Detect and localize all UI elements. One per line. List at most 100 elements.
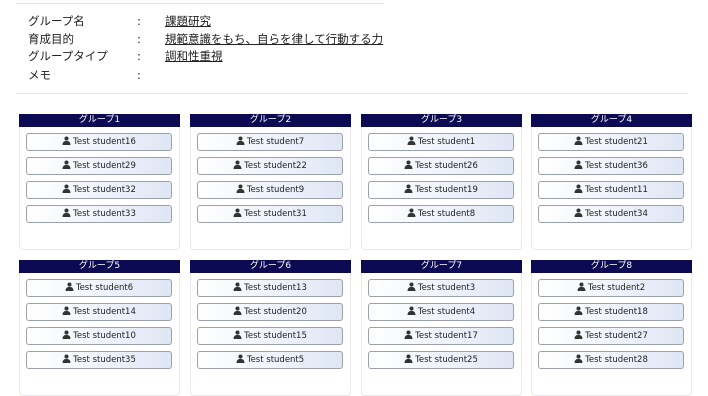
- student-chip[interactable]: Test student32: [26, 181, 172, 199]
- group-name-label: グループ名: [28, 14, 85, 28]
- student-chip[interactable]: Test student25: [368, 351, 514, 369]
- student-name: Test student2: [587, 283, 646, 293]
- student-name: Test student34: [585, 209, 648, 219]
- student-chip[interactable]: Test student35: [26, 351, 172, 369]
- person-icon: [574, 135, 583, 145]
- person-icon: [65, 281, 74, 291]
- student-chip[interactable]: Test student19: [368, 181, 514, 199]
- person-icon: [574, 183, 583, 193]
- person-icon: [407, 305, 416, 315]
- student-name: Test student28: [585, 355, 648, 365]
- group-type-value[interactable]: 調和性重視: [165, 47, 223, 65]
- student-chip[interactable]: Test student6: [26, 279, 172, 297]
- student-chip[interactable]: Test student3: [368, 279, 514, 297]
- student-chip[interactable]: Test student33: [26, 205, 172, 223]
- student-chip[interactable]: Test student1: [368, 133, 514, 151]
- group-card: グループ8 Test student2 Test student18 Test …: [531, 260, 692, 396]
- section-divider: [16, 93, 688, 94]
- student-name: Test student5: [246, 355, 305, 365]
- purpose-value[interactable]: 規範意識をもち、自らを律して行動する力: [165, 30, 383, 48]
- colon: :: [137, 49, 141, 63]
- person-icon: [62, 159, 71, 169]
- student-chip[interactable]: Test student4: [368, 303, 514, 321]
- colon: :: [137, 68, 141, 82]
- student-chip[interactable]: Test student9: [197, 181, 343, 199]
- student-chip[interactable]: Test student21: [538, 133, 684, 151]
- person-icon: [404, 183, 413, 193]
- student-chip[interactable]: Test student14: [26, 303, 172, 321]
- group-card: グループ4 Test student21 Test student36 Test…: [531, 114, 692, 250]
- student-chip[interactable]: Test student2: [538, 279, 684, 297]
- student-name: Test student26: [415, 161, 478, 171]
- person-icon: [233, 159, 242, 169]
- student-name: Test student9: [246, 185, 305, 195]
- student-chip[interactable]: Test student5: [197, 351, 343, 369]
- group-header: グループ3: [361, 114, 522, 127]
- person-icon: [62, 305, 71, 315]
- student-chip[interactable]: Test student26: [368, 157, 514, 175]
- student-name: Test student18: [585, 307, 648, 317]
- group-card: グループ3 Test student1 Test student26 Test …: [361, 114, 522, 250]
- group-card: グループ2 Test student7 Test student22 Test …: [190, 114, 351, 250]
- group-type-label: グループタイプ: [28, 49, 108, 63]
- student-name: Test student33: [73, 209, 136, 219]
- student-name: Test student14: [73, 307, 136, 317]
- student-name: Test student4: [417, 307, 476, 317]
- person-icon: [236, 183, 245, 193]
- student-chip[interactable]: Test student18: [538, 303, 684, 321]
- person-icon: [233, 305, 242, 315]
- student-chip[interactable]: Test student13: [197, 279, 343, 297]
- student-chip[interactable]: Test student34: [538, 205, 684, 223]
- group-header: グループ7: [361, 260, 522, 273]
- group-info-panel: グループ名 : 課題研究 育成目的 : 規範意識をもち、自らを律して行動する力 …: [16, 4, 692, 92]
- student-chip[interactable]: Test student15: [197, 327, 343, 345]
- person-icon: [233, 281, 242, 291]
- person-icon: [404, 159, 413, 169]
- person-icon: [574, 305, 583, 315]
- student-name: Test student35: [73, 355, 136, 365]
- student-name: Test student8: [417, 209, 476, 219]
- student-chip[interactable]: Test student7: [197, 133, 343, 151]
- student-chip[interactable]: Test student31: [197, 205, 343, 223]
- student-name: Test student11: [585, 185, 648, 195]
- student-chip[interactable]: Test student17: [368, 327, 514, 345]
- group-header: グループ8: [531, 260, 692, 273]
- student-chip[interactable]: Test student27: [538, 327, 684, 345]
- student-chip[interactable]: Test student8: [368, 205, 514, 223]
- student-chip[interactable]: Test student10: [26, 327, 172, 345]
- person-icon: [574, 329, 583, 339]
- student-chip[interactable]: Test student20: [197, 303, 343, 321]
- group-card: グループ5 Test student6 Test student14 Test …: [19, 260, 180, 396]
- student-name: Test student10: [73, 331, 136, 341]
- group-card: グループ1 Test student16 Test student29 Test…: [19, 114, 180, 250]
- person-icon: [236, 135, 245, 145]
- student-chip[interactable]: Test student29: [26, 157, 172, 175]
- person-icon: [62, 135, 71, 145]
- person-icon: [236, 353, 245, 363]
- student-name: Test student21: [585, 137, 648, 147]
- person-icon: [574, 159, 583, 169]
- student-chip[interactable]: Test student28: [538, 351, 684, 369]
- student-chip[interactable]: Test student11: [538, 181, 684, 199]
- group-card: グループ6 Test student13 Test student20 Test…: [190, 260, 351, 396]
- group-header: グループ1: [19, 114, 180, 127]
- student-name: Test student16: [73, 137, 136, 147]
- person-icon: [233, 207, 242, 217]
- purpose-label: 育成目的: [28, 32, 74, 46]
- memo-label: メモ: [28, 68, 51, 82]
- student-name: Test student3: [417, 283, 476, 293]
- person-icon: [574, 353, 583, 363]
- person-icon: [404, 353, 413, 363]
- group-name-value[interactable]: 課題研究: [165, 12, 211, 30]
- student-name: Test student7: [246, 137, 305, 147]
- student-name: Test student1: [417, 137, 476, 147]
- group-header: グループ2: [190, 114, 351, 127]
- student-name: Test student17: [415, 331, 478, 341]
- student-chip[interactable]: Test student36: [538, 157, 684, 175]
- student-name: Test student6: [75, 283, 134, 293]
- student-chip[interactable]: Test student22: [197, 157, 343, 175]
- student-name: Test student29: [73, 161, 136, 171]
- person-icon: [577, 281, 586, 291]
- student-chip[interactable]: Test student16: [26, 133, 172, 151]
- student-name: Test student15: [244, 331, 307, 341]
